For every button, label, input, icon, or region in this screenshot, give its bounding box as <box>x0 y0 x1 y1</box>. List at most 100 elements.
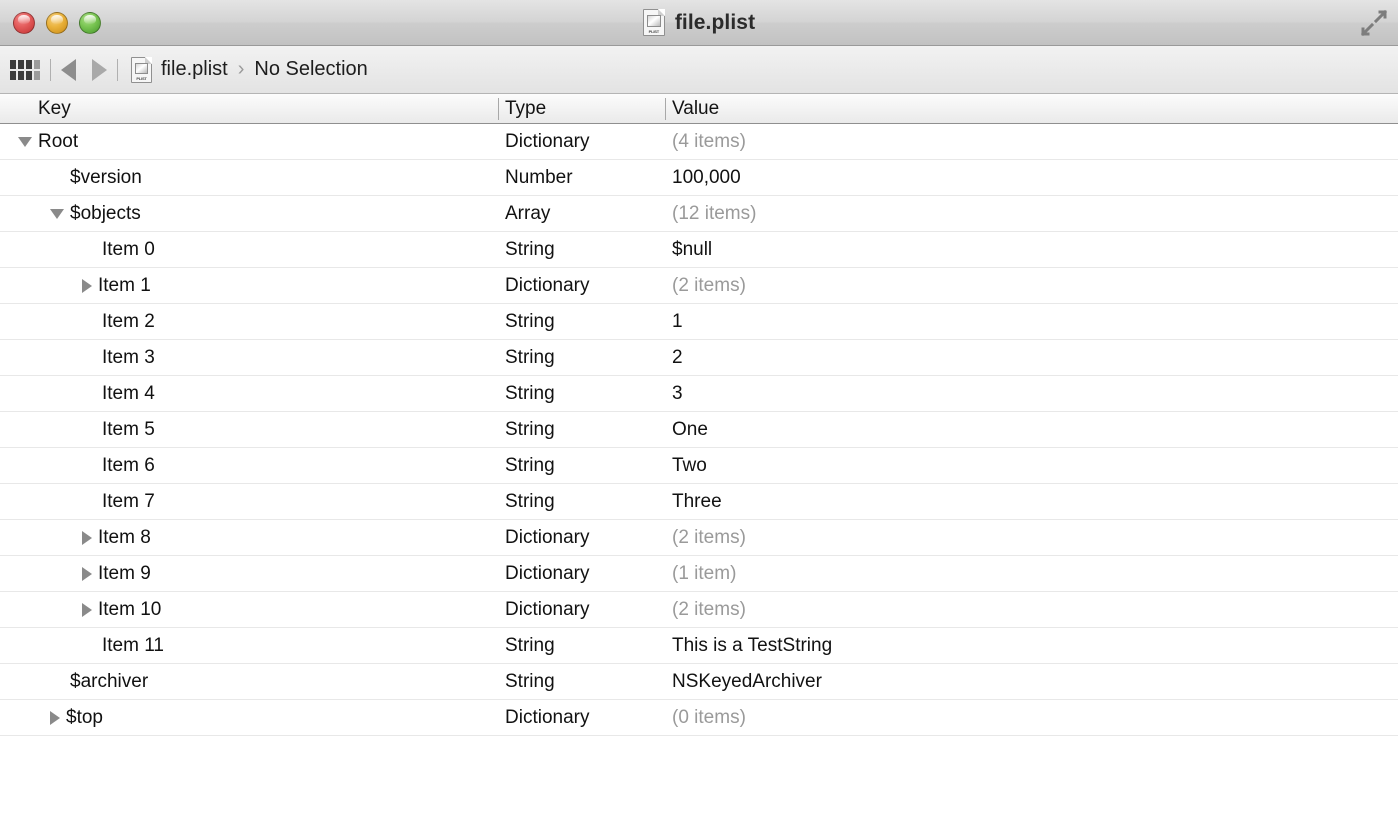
cell-value[interactable]: One <box>672 412 708 447</box>
cell-type[interactable]: Number <box>505 160 573 195</box>
cell-value[interactable]: (2 items) <box>672 592 746 627</box>
cell-key[interactable]: $archiver <box>50 664 148 699</box>
cell-key[interactable]: Root <box>18 124 78 159</box>
cell-key[interactable]: Item 7 <box>82 484 155 519</box>
table-row[interactable]: Item 3 String 2 <box>0 340 1398 376</box>
disclosure-triangle-closed-icon[interactable] <box>50 710 60 725</box>
cell-type[interactable]: Dictionary <box>505 520 589 555</box>
close-button[interactable] <box>13 12 35 34</box>
cell-key[interactable]: $version <box>50 160 142 195</box>
cell-key[interactable]: Item 3 <box>82 340 155 375</box>
maximize-button[interactable] <box>79 12 101 34</box>
plist-document-icon: PLIST <box>131 56 152 83</box>
cell-value[interactable]: (0 items) <box>672 700 746 735</box>
table-row[interactable]: $top Dictionary (0 items) <box>0 700 1398 736</box>
cell-value[interactable]: (12 items) <box>672 196 756 231</box>
table-row[interactable]: Item 1 Dictionary (2 items) <box>0 268 1398 304</box>
cell-type[interactable]: String <box>505 304 555 339</box>
cell-key[interactable]: Item 8 <box>82 520 151 555</box>
cell-type[interactable]: String <box>505 628 555 663</box>
cell-type[interactable]: Dictionary <box>505 700 589 735</box>
key-cell-content: Item 4 <box>82 376 155 411</box>
breadcrumb-selection[interactable]: No Selection <box>254 58 367 81</box>
key-cell-content: $objects <box>50 196 141 231</box>
column-divider-key-type[interactable] <box>498 98 499 120</box>
cell-key[interactable]: Item 1 <box>82 268 151 303</box>
table-row[interactable]: Item 4 String 3 <box>0 376 1398 412</box>
cell-type[interactable]: String <box>505 340 555 375</box>
forward-arrow-icon[interactable] <box>92 58 107 81</box>
table-row[interactable]: $archiver String NSKeyedArchiver <box>0 664 1398 700</box>
cell-type[interactable]: Array <box>505 196 550 231</box>
table-row[interactable]: $objects Array (12 items) <box>0 196 1398 232</box>
cell-value[interactable]: (4 items) <box>672 124 746 159</box>
cell-value[interactable]: Three <box>672 484 722 519</box>
disclosure-triangle-closed-icon[interactable] <box>82 602 92 617</box>
key-label: Item 0 <box>102 239 155 260</box>
column-header-key[interactable]: Key <box>38 94 71 123</box>
cell-type[interactable]: String <box>505 412 555 447</box>
back-arrow-icon[interactable] <box>61 58 76 81</box>
minimize-button[interactable] <box>46 12 68 34</box>
cell-type[interactable]: Dictionary <box>505 592 589 627</box>
toolbar-divider <box>50 58 51 81</box>
table-row[interactable]: Item 2 String 1 <box>0 304 1398 340</box>
table-row[interactable]: Item 10 Dictionary (2 items) <box>0 592 1398 628</box>
plist-document-icon: PLIST <box>642 9 665 36</box>
table-row[interactable]: Item 5 String One <box>0 412 1398 448</box>
cell-value[interactable]: (2 items) <box>672 520 746 555</box>
column-header-value[interactable]: Value <box>672 94 719 123</box>
cell-key[interactable]: Item 4 <box>82 376 155 411</box>
table-row[interactable]: Item 6 String Two <box>0 448 1398 484</box>
cell-type[interactable]: String <box>505 448 555 483</box>
cell-key[interactable]: Item 10 <box>82 592 161 627</box>
table-row[interactable]: Item 9 Dictionary (1 item) <box>0 556 1398 592</box>
cell-key[interactable]: Item 11 <box>82 628 164 663</box>
disclosure-triangle-open-icon[interactable] <box>18 136 32 147</box>
cell-value[interactable]: 3 <box>672 376 683 411</box>
plist-icon-label: PLIST <box>136 75 147 81</box>
cell-value[interactable]: $null <box>672 232 712 267</box>
cell-value[interactable]: 100,000 <box>672 160 741 195</box>
table-row[interactable]: Item 8 Dictionary (2 items) <box>0 520 1398 556</box>
fullscreen-expand-icon[interactable] <box>1358 7 1390 39</box>
cell-value[interactable]: NSKeyedArchiver <box>672 664 822 699</box>
cell-key[interactable]: Item 2 <box>82 304 155 339</box>
cell-type[interactable]: String <box>505 664 555 699</box>
cell-key[interactable]: Item 9 <box>82 556 151 591</box>
cell-key[interactable]: $top <box>50 700 103 735</box>
cell-type[interactable]: String <box>505 232 555 267</box>
cell-key[interactable]: Item 6 <box>82 448 155 483</box>
cell-value[interactable]: Two <box>672 448 707 483</box>
disclosure-triangle-closed-icon[interactable] <box>82 530 92 545</box>
cell-value[interactable]: 1 <box>672 304 683 339</box>
table-row[interactable]: Root Dictionary (4 items) <box>0 124 1398 160</box>
table-row[interactable]: $version Number 100,000 <box>0 160 1398 196</box>
table-row[interactable]: Item 11 String This is a TestString <box>0 628 1398 664</box>
breadcrumb-separator-icon: › <box>237 58 245 80</box>
cell-key[interactable]: $objects <box>50 196 141 231</box>
cell-key[interactable]: Item 0 <box>82 232 155 267</box>
disclosure-triangle-open-icon[interactable] <box>50 208 64 219</box>
cell-type[interactable]: String <box>505 376 555 411</box>
grid-view-icon[interactable] <box>9 46 40 94</box>
cell-type[interactable]: Dictionary <box>505 556 589 591</box>
cell-key[interactable]: Item 5 <box>82 412 155 447</box>
cell-value[interactable]: This is a TestString <box>672 628 832 663</box>
cell-type[interactable]: Dictionary <box>505 268 589 303</box>
column-divider-type-value[interactable] <box>665 98 666 120</box>
cell-value[interactable]: (1 item) <box>672 556 736 591</box>
table-row[interactable]: Item 7 String Three <box>0 484 1398 520</box>
breadcrumb-file-name[interactable]: file.plist <box>161 58 228 81</box>
cell-type[interactable]: String <box>505 484 555 519</box>
cell-type[interactable]: Dictionary <box>505 124 589 159</box>
table-row[interactable]: Item 0 String $null <box>0 232 1398 268</box>
cell-value[interactable]: (2 items) <box>672 268 746 303</box>
cell-value[interactable]: 2 <box>672 340 683 375</box>
disclosure-triangle-closed-icon[interactable] <box>82 566 92 581</box>
disclosure-triangle-closed-icon[interactable] <box>82 278 92 293</box>
table-body: Root Dictionary (4 items) $version Number 100… <box>0 124 1398 828</box>
column-header-type[interactable]: Type <box>505 94 546 123</box>
